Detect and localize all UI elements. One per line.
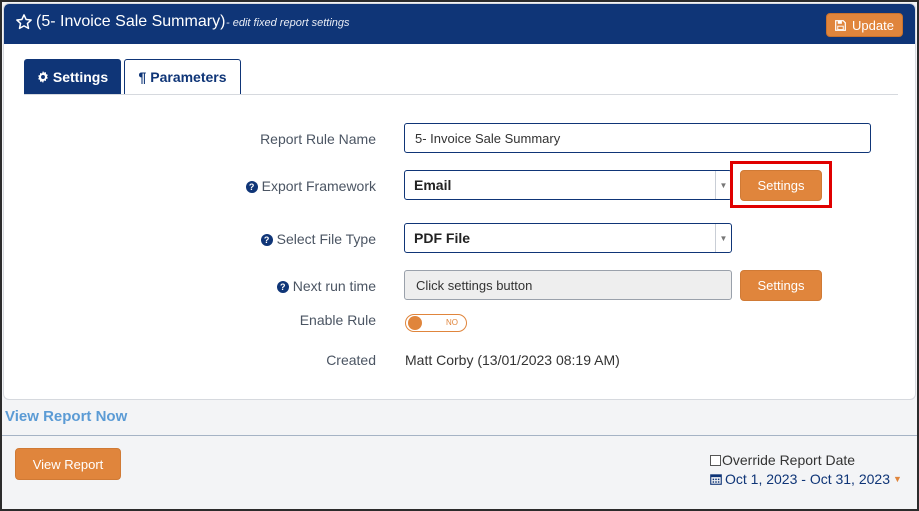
view-report-now-link[interactable]: View Report Now: [5, 408, 127, 425]
enable-rule-label-text: Enable Rule: [299, 312, 376, 328]
next-run-settings-button[interactable]: Settings: [740, 270, 822, 301]
pilcrow-icon: ¶: [138, 69, 147, 85]
override-label: Override Report Date: [722, 452, 856, 468]
next-run-field: Click settings button: [404, 270, 732, 300]
enable-rule-label: Enable Rule: [300, 312, 376, 328]
dropdown-arrow-icon[interactable]: ▼: [715, 171, 731, 199]
footer-divider: [2, 435, 917, 436]
tab-settings[interactable]: Settings: [24, 59, 121, 95]
dropdown-arrow-icon[interactable]: ▼: [715, 224, 731, 252]
view-report-button-label: View Report: [32, 456, 104, 472]
created-label: Created: [326, 352, 376, 368]
export-framework-label-text: Export Framework: [261, 178, 376, 194]
tab-settings-label: Settings: [52, 69, 109, 85]
question-icon[interactable]: ?: [260, 234, 273, 246]
page-title: (5- Invoice Sale Summary): [36, 13, 226, 30]
report-rule-name-label: Report Rule Name: [260, 131, 376, 147]
file-type-label: ? Select File Type: [260, 231, 376, 247]
enable-rule-toggle[interactable]: NO: [405, 314, 467, 332]
export-framework-value: Email: [414, 177, 452, 193]
question-icon[interactable]: ?: [276, 281, 289, 293]
created-value: Matt Corby (13/01/2023 08:19 AM): [405, 352, 620, 368]
panel-header: (5- Invoice Sale Summary) - edit fixed r…: [4, 4, 915, 44]
date-range-value: Oct 1, 2023 - Oct 31, 2023: [725, 471, 890, 487]
star-icon[interactable]: [15, 13, 33, 31]
file-type-value: PDF File: [414, 230, 471, 246]
caret-down-icon: ▼: [893, 474, 902, 484]
toggle-state-text: NO: [446, 318, 458, 327]
report-rule-name-label-text: Report Rule Name: [260, 131, 376, 147]
override-checkbox[interactable]: [710, 454, 721, 466]
export-framework-select[interactable]: Email ▼: [404, 170, 732, 200]
file-type-label-text: Select File Type: [276, 231, 376, 247]
update-button-label: Update: [852, 17, 894, 33]
window-frame: (5- Invoice Sale Summary) - edit fixed r…: [0, 0, 919, 511]
export-framework-label: ? Export Framework: [245, 178, 376, 194]
toggle-knob: [408, 316, 422, 330]
next-run-label-text: Next run time: [292, 278, 376, 294]
update-button[interactable]: Update: [826, 13, 903, 37]
next-run-settings-button-label: Settings: [757, 278, 805, 293]
tab-parameters-label: Parameters: [150, 69, 227, 85]
report-rule-name-value: 5- Invoice Sale Summary: [415, 130, 561, 146]
created-label-text: Created: [326, 352, 376, 368]
report-settings-panel: (5- Invoice Sale Summary) - edit fixed r…: [3, 3, 916, 400]
next-run-value: Click settings button: [416, 277, 533, 293]
tabs-divider: [24, 94, 898, 95]
override-report-date[interactable]: Override Report Date: [710, 452, 855, 468]
highlight-annotation: [730, 161, 832, 208]
page-subtitle: - edit fixed report settings: [226, 17, 350, 29]
next-run-label: ? Next run time: [276, 278, 376, 294]
tab-parameters[interactable]: ¶ Parameters: [124, 59, 241, 95]
save-icon: [835, 19, 846, 31]
view-report-button[interactable]: View Report: [15, 448, 121, 480]
report-rule-name-input[interactable]: 5- Invoice Sale Summary: [404, 123, 871, 153]
date-range-picker[interactable]: Oct 1, 2023 - Oct 31, 2023 ▼: [710, 471, 902, 487]
file-type-select[interactable]: PDF File ▼: [404, 223, 732, 253]
question-icon[interactable]: ?: [245, 181, 258, 193]
gear-icon: [38, 71, 48, 83]
calendar-icon: [710, 474, 722, 485]
